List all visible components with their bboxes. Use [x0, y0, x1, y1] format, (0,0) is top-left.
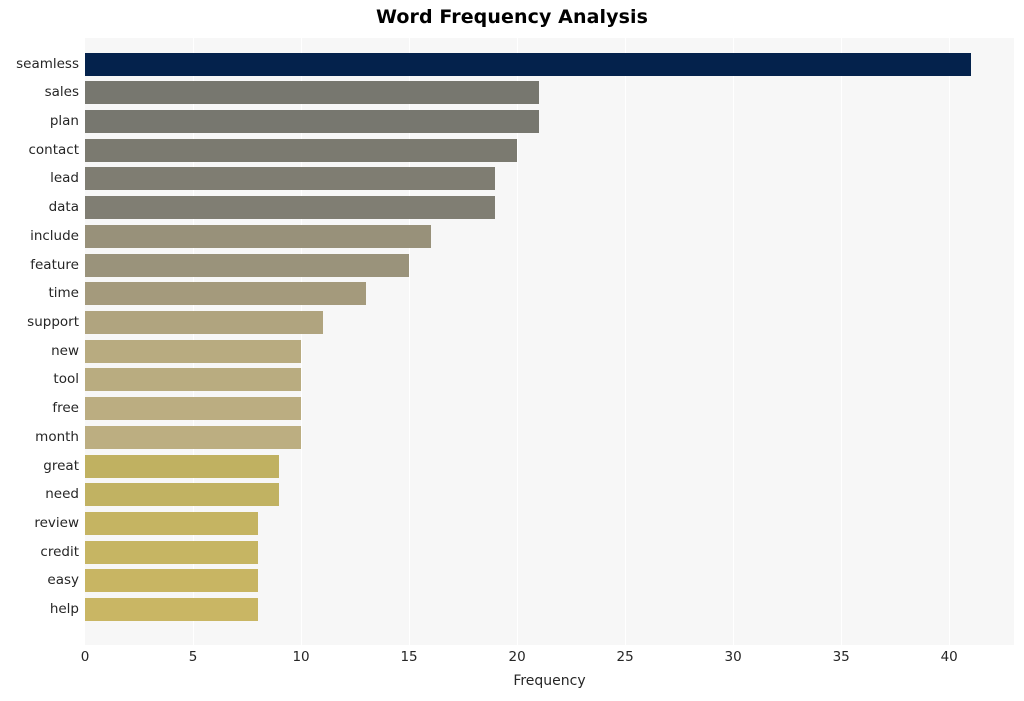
bar-row [85, 310, 1014, 334]
bar-data [85, 196, 496, 220]
bar-row [85, 569, 1014, 593]
bar-row [85, 540, 1014, 564]
bar-row [85, 339, 1014, 363]
y-axis-label-contact: contact [28, 141, 79, 158]
bar-free [85, 397, 302, 421]
bar-contact [85, 138, 518, 162]
bar-row [85, 138, 1014, 162]
x-axis-title: Frequency [513, 673, 586, 689]
bar-row [85, 196, 1014, 220]
chart-title: Word Frequency Analysis [375, 6, 649, 28]
x-axis-tick-15: 15 [400, 649, 418, 665]
bar-month [85, 425, 302, 449]
y-axis-label-great: great [43, 457, 79, 474]
bar-row [85, 167, 1014, 191]
plot-area [85, 38, 1014, 645]
y-axis-labels: seamless sales plan contact lead data include f… [0, 38, 79, 645]
y-axis-label-plan: plan [49, 112, 79, 129]
y-axis-label-lead: lead [50, 170, 79, 187]
bar-include [85, 224, 431, 248]
y-axis-label-feature: feature [30, 256, 79, 273]
bar-easy [85, 569, 258, 593]
bar-row [85, 454, 1014, 478]
y-axis-label-sales: sales [44, 84, 79, 101]
y-axis-label-free: free [52, 400, 79, 417]
bar-credit [85, 540, 258, 564]
x-axis-tick-25: 25 [616, 649, 634, 665]
bar-great [85, 454, 280, 478]
bar-row [85, 483, 1014, 507]
y-axis-label-new: new [51, 342, 79, 359]
bar-help [85, 598, 258, 622]
bar-sales [85, 81, 539, 105]
x-axis-tick-0: 0 [80, 649, 90, 665]
x-axis-tick-10: 10 [292, 649, 310, 665]
bar-row [85, 52, 1014, 76]
bar-row [85, 368, 1014, 392]
bar-lead [85, 167, 496, 191]
bar-row [85, 253, 1014, 277]
y-axis-label-include: include [30, 227, 79, 244]
x-axis-tick-30: 30 [724, 649, 742, 665]
y-axis-label-data: data [48, 199, 79, 216]
bar-feature [85, 253, 410, 277]
y-axis-label-tool: tool [53, 371, 79, 388]
x-axis-tick-40: 40 [940, 649, 958, 665]
y-axis-label-credit: credit [40, 543, 79, 560]
x-axis-tick-20: 20 [508, 649, 526, 665]
y-axis-label-help: help [49, 601, 79, 618]
bar-row [85, 397, 1014, 421]
x-axis-ticks: 0 5 10 15 20 25 30 35 40 [81, 645, 1014, 669]
bar-support [85, 310, 323, 334]
bar-row [85, 224, 1014, 248]
bar-need [85, 483, 280, 507]
bar-row [85, 512, 1014, 536]
bar-row [85, 81, 1014, 105]
y-axis-label-month: month [35, 428, 79, 445]
bar-review [85, 512, 258, 536]
x-axis-tick-35: 35 [832, 649, 850, 665]
x-axis-tick-5: 5 [188, 649, 198, 665]
bar-time [85, 282, 366, 306]
y-axis-label-time: time [48, 285, 79, 302]
bar-row [85, 282, 1014, 306]
y-axis-label-easy: easy [47, 572, 79, 589]
bar-seamless [85, 52, 971, 76]
y-axis-label-support: support [27, 313, 79, 330]
bar-tool [85, 368, 302, 392]
y-axis-label-seamless: seamless [16, 55, 79, 72]
y-axis-label-review: review [34, 515, 79, 532]
bar-row [85, 598, 1014, 622]
y-axis-label-need: need [45, 486, 79, 503]
bar-row [85, 425, 1014, 449]
bar-new [85, 339, 302, 363]
bar-plan [85, 109, 539, 133]
word-frequency-chart: Word Frequency Analysis seamless sales pla… [0, 0, 1024, 701]
bar-row [85, 109, 1014, 133]
